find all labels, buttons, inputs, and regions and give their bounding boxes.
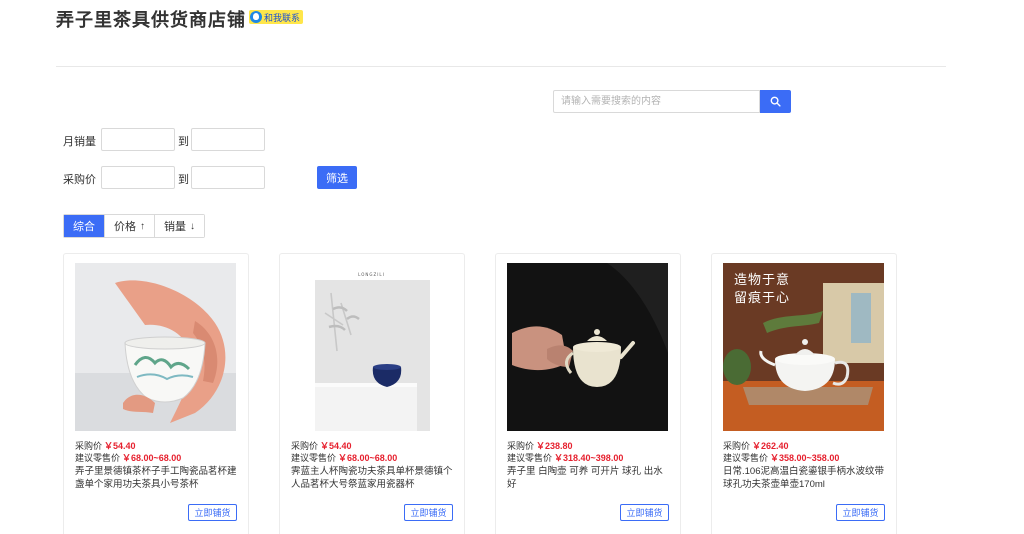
retail-price-value: ￥318.40~398.00 [554, 453, 624, 463]
retail-price-value: ￥68.00~68.00 [338, 453, 398, 463]
product-name[interactable]: 日常.106泥高温白瓷鎏银手柄水波纹带球孔功夫茶壶单壶170ml [723, 465, 888, 491]
qq-icon [250, 11, 262, 23]
sort-tab-price[interactable]: 价格 ↑ [105, 215, 155, 237]
purchase-price-value: ￥262.40 [752, 441, 789, 451]
search-button[interactable] [760, 90, 791, 113]
purchase-price-max-input[interactable] [191, 166, 265, 189]
monthly-sales-label: 月销量 [63, 136, 96, 148]
retail-price-label: 建议零售价 [75, 453, 121, 463]
product-card[interactable]: 造物于意 留痕于心 采购价 ￥262.40 建议零售价 ￥358.00~358.00… [711, 253, 897, 534]
image-caption-line-1: 造物于意 [734, 272, 791, 287]
purchase-price-label: 采购价 [507, 441, 535, 451]
image-brand-caption: LONGZILI [358, 272, 385, 277]
purchase-price-label: 采购价 [63, 174, 96, 186]
search-icon [770, 96, 781, 107]
product-name[interactable]: 霁蓝主人杯陶瓷功夫茶具单杯景德镇个人品茗杯大号祭蓝家用瓷器杯 [291, 465, 456, 491]
product-card[interactable]: 采购价 ￥238.80 建议零售价 ￥318.40~398.00 弄子里 白陶壶 可… [495, 253, 681, 534]
purchase-price-label: 采购价 [75, 441, 103, 451]
retail-price-label: 建议零售价 [723, 453, 769, 463]
contact-seller-badge[interactable]: 和我联系 [249, 10, 304, 24]
product-card[interactable]: LONGZILI 采购价 ￥54.40 建议零售价 ￥68.00~68.00 霁蓝主… [279, 253, 465, 534]
retail-price-value: ￥358.00~358.00 [770, 453, 840, 463]
product-image[interactable] [507, 263, 668, 431]
product-image[interactable]: LONGZILI [291, 263, 452, 431]
arrow-down-icon: ↓ [190, 220, 195, 232]
retail-price-label: 建议零售价 [507, 453, 553, 463]
sort-tab-sales[interactable]: 销量 ↓ [155, 215, 204, 237]
purchase-price-min-input[interactable] [101, 166, 175, 189]
stock-now-button[interactable]: 立即铺货 [620, 504, 669, 521]
contact-label: 和我联系 [264, 12, 301, 23]
sort-tab-overall[interactable]: 综合 [64, 215, 105, 237]
purchase-price-label: 采购价 [723, 441, 751, 451]
sort-tab-label: 综合 [73, 221, 95, 233]
retail-price-value: ￥68.00~68.00 [122, 453, 182, 463]
purchase-price-value: ￥54.40 [104, 441, 136, 451]
product-image[interactable] [75, 263, 236, 431]
retail-price-label: 建议零售价 [291, 453, 337, 463]
sort-tab-label: 价格 [114, 221, 136, 233]
purchase-price-to-label: 到 [178, 174, 189, 186]
stock-now-button[interactable]: 立即铺货 [404, 504, 453, 521]
header-divider [56, 66, 946, 67]
sort-tab-label: 销量 [164, 221, 186, 233]
stock-now-button[interactable]: 立即铺货 [188, 504, 237, 521]
product-name[interactable]: 弄子里 白陶壶 可养 可开片 球孔 出水好 [507, 465, 672, 491]
purchase-price-value: ￥54.40 [320, 441, 352, 451]
product-card[interactable]: 采购价 ￥54.40 建议零售价 ￥68.00~68.00 弄子里景德镇茶杯子手工陶… [63, 253, 249, 534]
shop-title: 弄子里茶具供货商店铺 [56, 10, 246, 30]
image-caption-line-2: 留痕于心 [734, 290, 791, 305]
filter-button[interactable]: 筛选 [317, 166, 357, 189]
purchase-price-value: ￥238.80 [536, 441, 573, 451]
purchase-price-label: 采购价 [291, 441, 319, 451]
search-input[interactable] [553, 90, 760, 113]
product-name[interactable]: 弄子里景德镇茶杯子手工陶瓷品茗杯建盏单个家用功夫茶具小号茶杯 [75, 465, 240, 491]
product-image[interactable]: 造物于意 留痕于心 [723, 263, 884, 431]
monthly-sales-to-label: 到 [178, 136, 189, 148]
stock-now-button[interactable]: 立即铺货 [836, 504, 885, 521]
sort-tabs: 综合 价格 ↑ 销量 ↓ [63, 214, 205, 238]
arrow-up-icon: ↑ [140, 220, 145, 232]
monthly-sales-max-input[interactable] [191, 128, 265, 151]
monthly-sales-min-input[interactable] [101, 128, 175, 151]
